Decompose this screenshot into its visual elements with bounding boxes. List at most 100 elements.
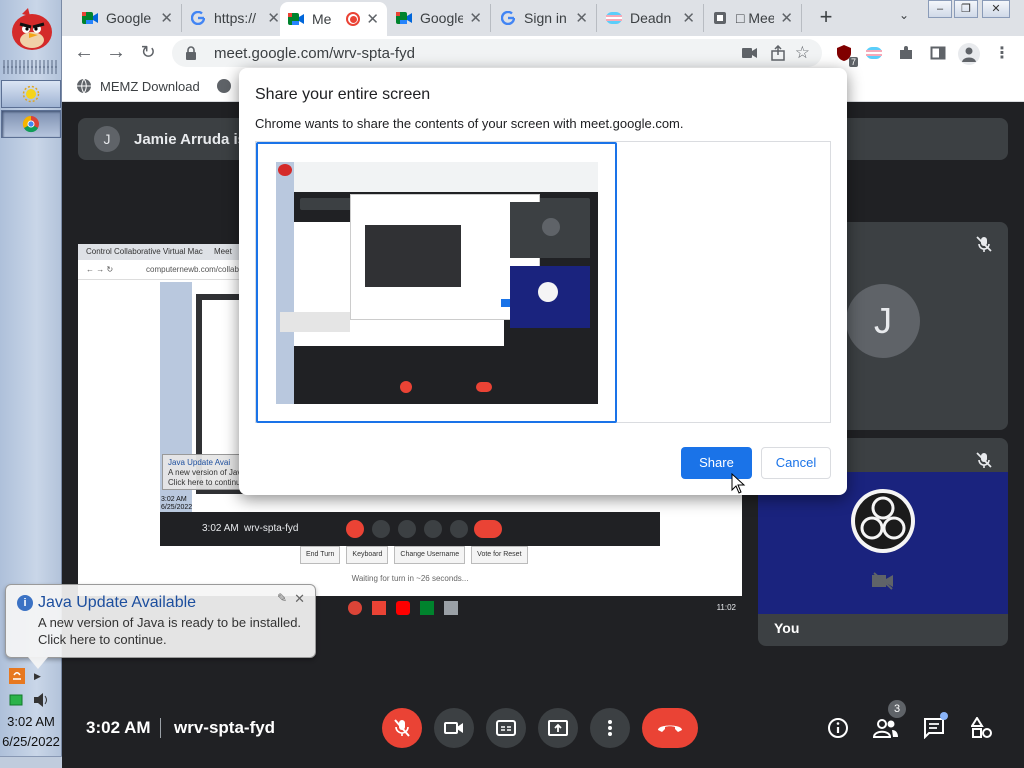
back-button[interactable]: ← [72, 41, 96, 65]
pin-icon[interactable]: ✎ [277, 591, 287, 605]
reload-button[interactable]: ↻ [136, 41, 160, 65]
end-turn-button[interactable]: End Turn [300, 546, 341, 564]
flag-icon [606, 10, 622, 26]
present-now-button[interactable] [538, 708, 578, 748]
google-g-icon [500, 10, 516, 26]
tab-title: Google [106, 10, 152, 26]
chrome-icon [22, 115, 39, 133]
notification-title: Java Update Available [38, 594, 197, 611]
vm-mic-off-icon [346, 520, 364, 538]
more-options-button[interactable] [590, 708, 630, 748]
camera-toggle-button[interactable] [434, 708, 474, 748]
address-bar[interactable]: meet.google.com/wrv-spta-fyd ☆ [172, 39, 822, 67]
shelf-clock: 11:02 [716, 603, 736, 612]
mouse-cursor-icon [731, 473, 746, 494]
side-panel-icon[interactable] [928, 43, 948, 63]
presenter-banner-text: Jamie Arruda is [134, 130, 246, 148]
meeting-details-button[interactable] [824, 714, 852, 742]
tab-title: □ Mee [736, 10, 775, 26]
keyboard-button[interactable]: Keyboard [346, 546, 389, 564]
minimize-button[interactable]: – [928, 0, 952, 18]
close-tab-icon[interactable]: ✕ [682, 9, 695, 27]
shelf-meet-icon [420, 601, 434, 615]
more-vert-icon [608, 720, 612, 736]
vm-clock: 3:02 AM [202, 523, 239, 534]
present-screen-icon [548, 720, 568, 736]
info-icon: i [17, 595, 33, 611]
tab-deadname[interactable]: Deadn ✕ [598, 4, 704, 32]
lock-icon[interactable] [184, 46, 198, 60]
pride-extension-icon[interactable] [864, 43, 884, 63]
people-button[interactable] [872, 714, 900, 742]
extensions-puzzle-icon[interactable] [896, 43, 916, 63]
taskbar-clock[interactable]: 3:02 AM [0, 714, 62, 729]
close-tab-icon[interactable]: ✕ [366, 10, 379, 28]
close-tab-icon[interactable]: ✕ [780, 9, 793, 27]
vote-reset-button[interactable]: Vote for Reset [471, 546, 528, 564]
shelf-chrome-icon [348, 601, 362, 615]
close-tab-icon[interactable]: ✕ [160, 9, 173, 27]
forward-button[interactable]: → [104, 41, 128, 65]
tab-https[interactable]: https:// ✕ [182, 4, 289, 32]
vm-meet-controls: 3:02 AM wrv-spta-fyd [160, 512, 660, 546]
recording-indicator-icon [346, 12, 361, 26]
entire-screen-option[interactable] [256, 142, 617, 423]
taskbar-app-chrome[interactable] [1, 110, 61, 138]
close-tab-icon[interactable]: ✕ [575, 9, 588, 27]
mic-off-icon [394, 719, 410, 737]
balloon-tail [28, 657, 48, 669]
java-update-notification[interactable]: i Java Update Available A new version of… [5, 584, 316, 669]
camera-in-use-icon[interactable] [742, 47, 758, 59]
volume-icon[interactable] [32, 692, 50, 708]
close-tab-icon[interactable]: ✕ [469, 9, 482, 27]
cancel-button[interactable]: Cancel [761, 447, 831, 479]
divider [160, 718, 161, 738]
taskbar-date[interactable]: 6/25/2022 [0, 734, 62, 749]
participant-name: You [774, 620, 800, 636]
taskbar-app-yellow[interactable] [1, 80, 61, 108]
vm-captions-icon [398, 520, 416, 538]
network-icon[interactable] [8, 693, 24, 707]
google-g-icon [190, 10, 206, 26]
bookmark-star-icon[interactable]: ☆ [795, 43, 810, 63]
tab-google-meet-2[interactable]: Google ✕ [388, 4, 491, 32]
extension-badge: 7 [848, 57, 858, 67]
chrome-menu-kebab-icon[interactable]: ⋮ [992, 43, 1012, 63]
start-button[interactable] [4, 2, 58, 56]
activities-shapes-icon [971, 717, 992, 738]
new-tab-button[interactable]: + [814, 6, 838, 30]
ublock-extension-icon[interactable]: 7 [834, 43, 858, 67]
activities-button[interactable] [968, 714, 996, 742]
vm-present-icon [424, 520, 442, 538]
close-window-button[interactable]: ✕ [982, 0, 1010, 18]
notification-link[interactable]: Click here to continue. [38, 632, 167, 647]
window-icon [712, 10, 728, 26]
meeting-code: wrv-spta-fyd [174, 718, 276, 737]
share-screen-dialog: Share your entire screen Chrome wants to… [239, 68, 847, 495]
bookmark-memz[interactable]: MEMZ Download [76, 76, 200, 96]
info-icon [828, 718, 848, 738]
screen: ▶ 3:02 AM 6/25/2022 Google ✕ https:// ✕ [0, 0, 1024, 768]
restore-button[interactable]: ❐ [954, 0, 978, 18]
change-username-button[interactable]: Change Username [394, 546, 466, 564]
mic-toggle-button[interactable] [382, 708, 422, 748]
bookmark-second[interactable] [216, 76, 232, 96]
tab-meet-active[interactable]: Me ✕ [280, 2, 387, 36]
tab-search-chevron-icon[interactable]: ⌄ [896, 8, 912, 24]
tab-meet-window[interactable]: □ Mee ✕ [704, 4, 802, 32]
captions-button[interactable] [486, 708, 526, 748]
taskbar-bottom-edge [0, 756, 62, 768]
tab-google-meet-1[interactable]: Google ✕ [74, 4, 182, 32]
captions-icon [496, 720, 516, 736]
close-icon[interactable]: ✕ [294, 591, 305, 607]
tray-expand-arrow-icon[interactable]: ▶ [34, 671, 41, 682]
close-tab-icon[interactable]: ✕ [267, 9, 280, 27]
profile-avatar-icon[interactable] [958, 43, 980, 65]
leave-call-button[interactable] [642, 708, 698, 748]
meet-icon [396, 10, 412, 26]
tab-sign-in[interactable]: Sign in ✕ [492, 4, 597, 32]
share-page-icon[interactable] [770, 45, 786, 61]
java-tray-icon[interactable] [8, 667, 26, 685]
vm-hangup-icon [474, 520, 502, 538]
presented-url: computernewb.com/collab-vm [146, 265, 253, 274]
